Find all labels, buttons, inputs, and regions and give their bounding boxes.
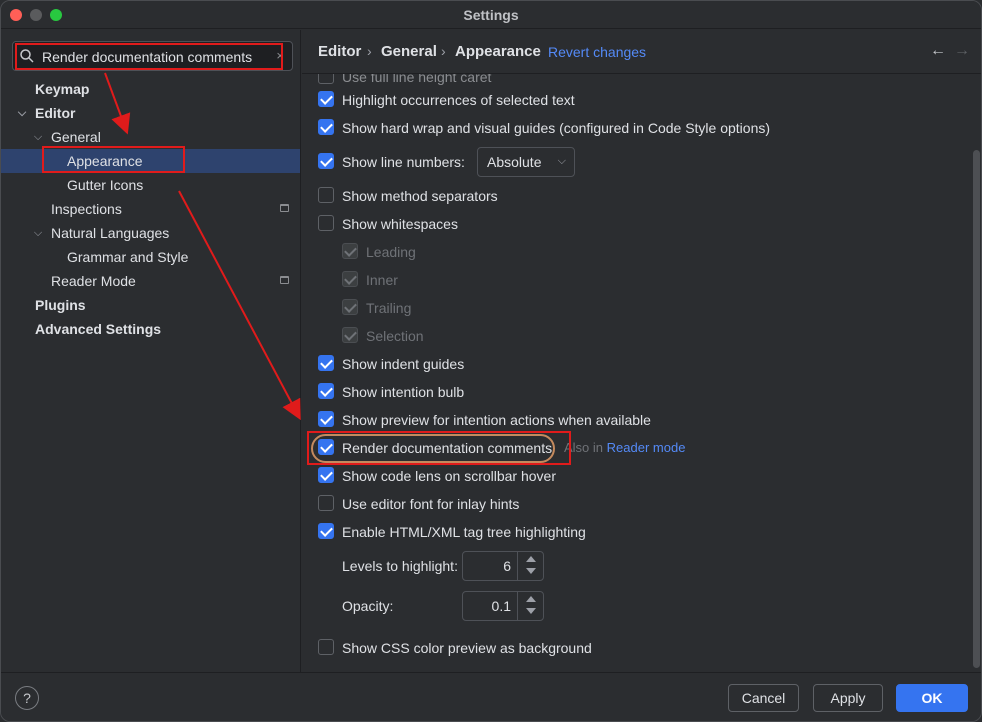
breadcrumb-separator-icon: › — [367, 43, 372, 59]
apply-button[interactable]: Apply — [813, 684, 883, 712]
spinner-down-icon[interactable] — [526, 608, 536, 614]
checkbox[interactable] — [318, 91, 334, 107]
sidebar-item-editor[interactable]: ⌵ Editor — [1, 101, 300, 125]
spinner-down-icon[interactable] — [526, 568, 536, 574]
checkbox[interactable] — [318, 355, 334, 371]
sidebar-item-keymap[interactable]: Keymap — [1, 77, 300, 101]
settings-content: Editor › General › Appearance Revert cha… — [302, 30, 981, 672]
annotation-oval-render-docs — [311, 434, 555, 463]
annotation-box-appearance — [42, 146, 185, 173]
checkbox[interactable] — [318, 467, 334, 483]
settings-window: Settings × Keymap ⌵ Editor ⌵ General App… — [0, 0, 982, 722]
settings-sidebar: × Keymap ⌵ Editor ⌵ General Appearance G… — [1, 30, 301, 672]
breadcrumb-separator-icon: › — [441, 43, 446, 59]
checkbox[interactable] — [318, 215, 334, 231]
vertical-scrollbar[interactable] — [973, 150, 980, 668]
help-button[interactable]: ? — [15, 686, 39, 710]
options-panel: Use full line height caret Highlight occ… — [302, 74, 981, 672]
spinner-buttons[interactable] — [517, 552, 543, 580]
sidebar-item-inspections[interactable]: Inspections — [1, 197, 300, 221]
cancel-button[interactable]: Cancel — [728, 684, 799, 712]
spinner-buttons[interactable] — [517, 592, 543, 620]
sidebar-item-advanced-settings[interactable]: Advanced Settings — [1, 317, 300, 341]
dialog-footer: ? Cancel Apply OK — [1, 672, 981, 721]
breadcrumb-appearance: Appearance — [455, 43, 541, 60]
line-numbers-dropdown[interactable]: Absolute ⌵ — [477, 147, 575, 177]
window-title: Settings — [463, 7, 519, 23]
levels-spinner[interactable]: 6 — [462, 551, 544, 581]
checkbox[interactable] — [318, 411, 334, 427]
annotation-box-search — [15, 43, 283, 70]
sidebar-item-natural-languages[interactable]: ⌵ Natural Languages — [1, 221, 300, 245]
chevron-down-icon[interactable]: ⌵ — [32, 221, 44, 245]
spinner-up-icon[interactable] — [526, 556, 536, 562]
checkbox[interactable] — [318, 119, 334, 135]
checkbox[interactable] — [318, 383, 334, 399]
title-bar: Settings — [1, 1, 981, 29]
revert-changes-link[interactable]: Revert changes — [548, 44, 646, 60]
checkbox[interactable] — [318, 187, 334, 203]
forward-arrow-icon[interactable]: → — [954, 42, 970, 60]
checkbox[interactable] — [318, 639, 334, 655]
chevron-down-icon: ⌵ — [557, 155, 566, 167]
breadcrumb-editor[interactable]: Editor — [318, 43, 361, 60]
sidebar-item-plugins[interactable]: Plugins — [1, 293, 300, 317]
opacity-label: Opacity: — [342, 598, 394, 614]
chevron-down-icon[interactable]: ⌵ — [16, 101, 28, 125]
checkbox — [342, 271, 358, 287]
checkbox — [342, 299, 358, 315]
project-level-icon — [280, 276, 289, 284]
reader-mode-link[interactable]: Reader mode — [607, 440, 686, 455]
sidebar-item-grammar-and-style[interactable]: Grammar and Style — [1, 245, 300, 269]
checkbox[interactable] — [318, 523, 334, 539]
sidebar-item-gutter-icons[interactable]: Gutter Icons — [1, 173, 300, 197]
also-in-note: Also in Reader mode — [564, 440, 686, 455]
back-arrow-icon[interactable]: ← — [930, 42, 946, 60]
breadcrumb: Editor › General › Appearance Revert cha… — [302, 30, 981, 74]
spinner-up-icon[interactable] — [526, 596, 536, 602]
opacity-spinner[interactable]: 0.1 — [462, 591, 544, 621]
breadcrumb-general[interactable]: General — [381, 43, 437, 60]
ok-button[interactable]: OK — [896, 684, 968, 712]
checkbox[interactable] — [318, 153, 334, 169]
checkbox — [342, 327, 358, 343]
levels-label: Levels to highlight: — [342, 558, 458, 574]
checkbox[interactable] — [318, 74, 334, 84]
project-level-icon — [280, 204, 289, 212]
checkbox[interactable] — [318, 495, 334, 511]
checkbox — [342, 243, 358, 259]
sidebar-item-reader-mode[interactable]: Reader Mode — [1, 269, 300, 293]
